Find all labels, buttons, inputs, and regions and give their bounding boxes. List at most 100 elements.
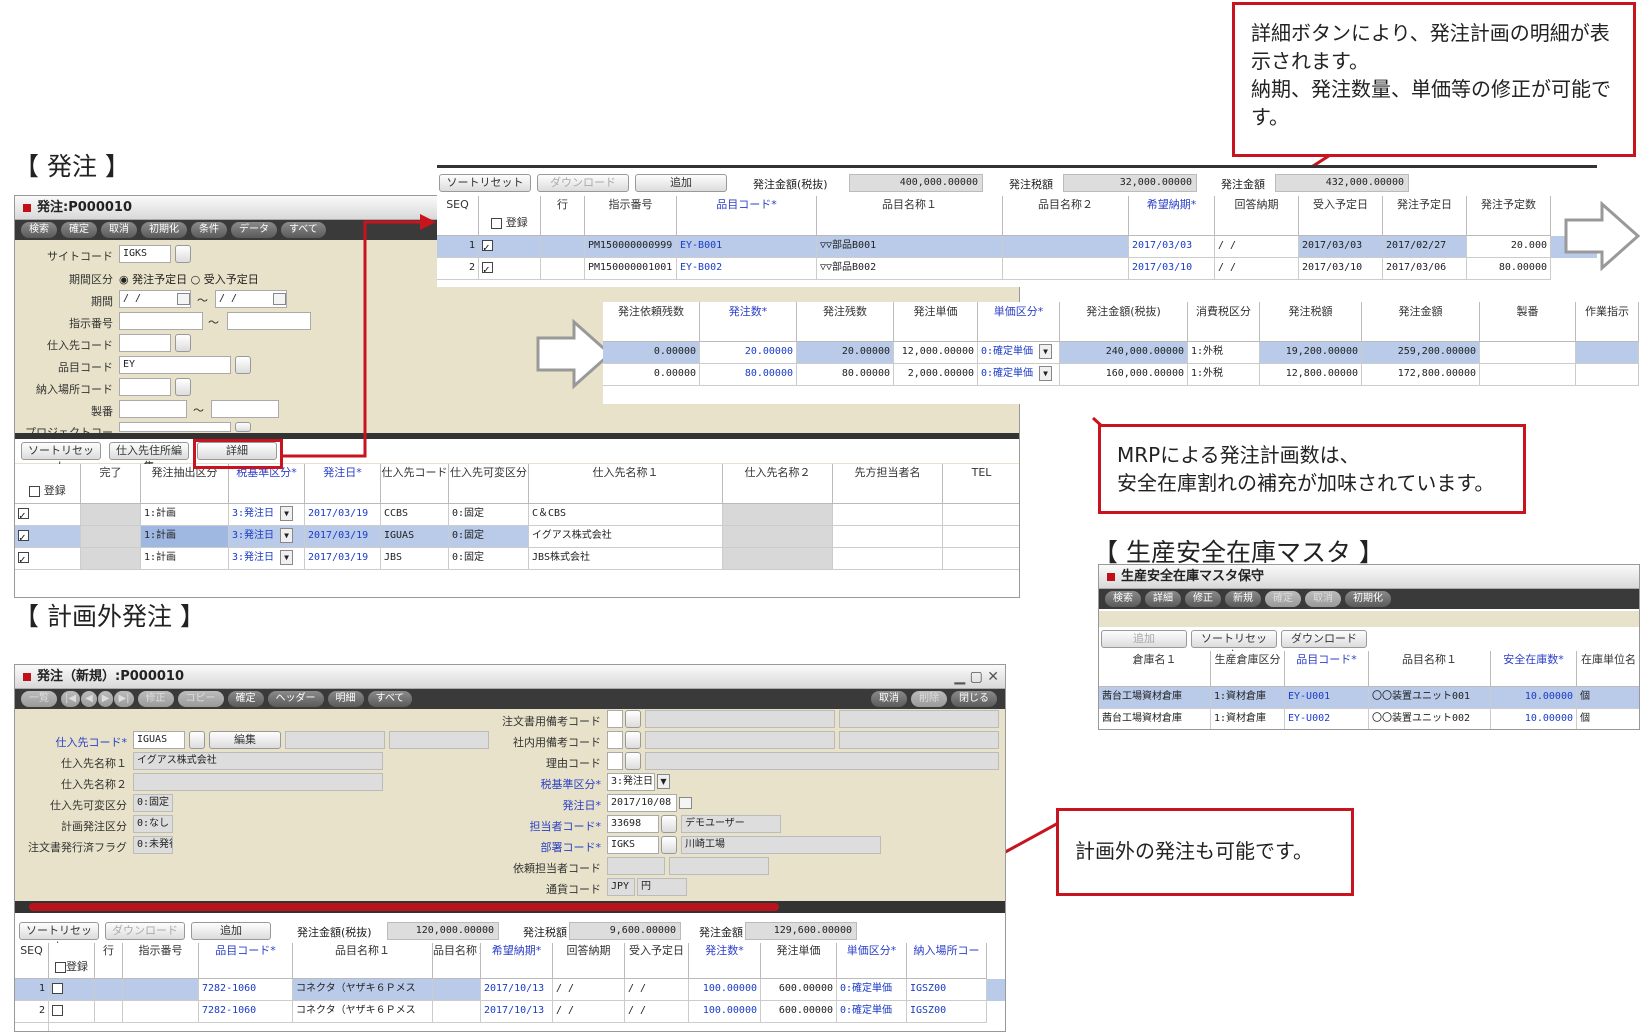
col-header-unit-price[interactable]: 発注単価 xyxy=(761,943,837,979)
mfg-no-cell[interactable] xyxy=(1480,342,1576,364)
calendar-icon[interactable] xyxy=(679,797,692,809)
col-header-work-order[interactable]: 作業指示 xyxy=(1576,302,1639,342)
col-header-order-qty[interactable]: 発注数* xyxy=(689,943,761,979)
row-checkbox[interactable] xyxy=(49,979,95,1001)
col-header-amount-excl-tax[interactable]: 発注金額(税抜) xyxy=(1060,302,1188,342)
col-header-price-type[interactable]: 単価区分* xyxy=(837,943,907,979)
item-code-cell[interactable]: EY-B002 xyxy=(677,258,817,280)
download-button[interactable]: ダウンロード xyxy=(105,922,185,940)
price-type-cell[interactable]: 0:確定単価 xyxy=(837,979,907,1001)
desired-date-cell[interactable]: 2017/03/10 xyxy=(1129,258,1215,280)
col-header-answer-date[interactable]: 回答納期 xyxy=(553,943,625,979)
new-button[interactable]: 新規 xyxy=(1225,591,1261,607)
desired-date-cell[interactable]: 2017/10/13 xyxy=(481,1001,553,1023)
order-date-input[interactable]: 2017/10/08 xyxy=(607,794,677,812)
table-row[interactable]: 1 7282-1060 コネクタ（ヤザキ６Ｐメス 2017/10/13 / / … xyxy=(15,979,1005,1001)
col-header-item-name2[interactable]: 品目名称２ xyxy=(1003,196,1129,236)
col-header-item-code[interactable]: 品目コード* xyxy=(1285,651,1369,687)
detail-lines-button[interactable]: 明細 xyxy=(327,691,364,707)
modify-button[interactable]: 修正 xyxy=(137,691,174,707)
receive-date-cell[interactable]: / / xyxy=(625,1001,689,1023)
col-header-unit-name[interactable]: 在庫単位名 xyxy=(1577,651,1639,687)
first-record-icon[interactable]: |◀ xyxy=(61,691,81,707)
scrollbar-thumb[interactable] xyxy=(29,903,779,911)
col-header-seq[interactable]: SEQ xyxy=(437,196,479,236)
supplier-code-input[interactable]: IGUAS xyxy=(133,731,185,749)
horizontal-scrollbar[interactable] xyxy=(15,901,1005,913)
order-qty-cell[interactable]: 100.00000 xyxy=(689,1001,761,1023)
delivery-place-cell[interactable]: IGSZ00 xyxy=(907,1001,987,1023)
col-header-receive-date[interactable]: 受入予定日 xyxy=(625,943,689,979)
po-remark-search-button[interactable] xyxy=(625,710,641,728)
reason-code-input[interactable] xyxy=(607,752,623,770)
sort-reset-button[interactable]: ソートリセット xyxy=(1191,630,1277,661)
col-header-price-type[interactable]: 単価区分* xyxy=(978,302,1060,342)
chevron-down-icon[interactable]: ▼ xyxy=(657,774,670,789)
answer-date-cell[interactable]: / / xyxy=(553,979,625,1001)
detail-button[interactable]: 詳細 xyxy=(1145,591,1181,607)
table-row[interactable]: 茜台工場資材倉庫 1:資材倉庫 EY-U002 〇〇装置ユニット002 10.0… xyxy=(1099,709,1639,729)
item-code-cell[interactable]: EY-U001 xyxy=(1285,687,1369,709)
header-button[interactable]: ヘッダー xyxy=(267,691,324,707)
plan-qty-cell[interactable]: 80.00000 xyxy=(1467,258,1551,280)
col-header-line[interactable]: 行 xyxy=(95,943,123,979)
col-header-desired-date[interactable]: 希望納期* xyxy=(1129,196,1215,236)
item-code-cell[interactable]: EY-B001 xyxy=(677,236,817,258)
supplier-search-button[interactable] xyxy=(189,731,205,749)
delete-button[interactable]: 削除 xyxy=(911,691,947,707)
cancel-button[interactable]: 取消 xyxy=(1305,591,1341,607)
col-header-instruction-no[interactable]: 指示番号 xyxy=(123,943,199,979)
delivery-place-cell[interactable]: IGSZ00 xyxy=(907,979,987,1001)
unit-price-cell[interactable]: 600.00000 xyxy=(761,979,837,1001)
row-checkbox[interactable] xyxy=(479,236,541,258)
col-header-receive-date[interactable]: 受入予定日 xyxy=(1299,196,1383,236)
table-row[interactable]: 2 7282-1060 コネクタ（ヤザキ６Ｐメス 2017/10/13 / / … xyxy=(15,1001,1005,1023)
item-code-cell[interactable]: 7282-1060 xyxy=(199,1001,293,1023)
col-header-desired-date[interactable]: 希望納期* xyxy=(481,943,553,979)
answer-date-cell[interactable]: / / xyxy=(1215,258,1299,280)
col-header-safety-qty[interactable]: 安全在庫数* xyxy=(1491,651,1577,687)
col-header-tax-type[interactable]: 消費税区分 xyxy=(1188,302,1260,342)
order-qty-cell[interactable]: 100.00000 xyxy=(689,979,761,1001)
col-header-register[interactable]: 登録 xyxy=(49,943,95,979)
all-button[interactable]: すべて xyxy=(367,691,413,707)
col-header-item-name1[interactable]: 品目名称１ xyxy=(817,196,1003,236)
col-header-unit-price[interactable]: 発注単価 xyxy=(894,302,978,342)
reason-search-button[interactable] xyxy=(625,752,641,770)
tax-basis-select[interactable]: 3:発注日 xyxy=(607,773,655,791)
internal-remark-code-input[interactable] xyxy=(607,731,623,749)
col-header-answer-date[interactable]: 回答納期 xyxy=(1215,196,1299,236)
staff-search-button[interactable] xyxy=(661,815,677,833)
col-header-instruction-no[interactable]: 指示番号 xyxy=(585,196,677,236)
col-header-order-remaining[interactable]: 発注残数 xyxy=(797,302,894,342)
table-row[interactable] xyxy=(15,1023,1005,1031)
safety-qty-cell[interactable]: 10.00000 xyxy=(1491,687,1577,709)
col-header-item-name2[interactable]: 品目名称２ xyxy=(433,943,481,979)
order-qty-cell[interactable]: 20.00000 xyxy=(700,342,797,364)
add-button[interactable]: 追加 xyxy=(635,174,727,192)
table-row[interactable]: 0.00000 80.00000 80.00000 2,000.00000 0:… xyxy=(603,364,1639,386)
item-code-cell[interactable]: EY-U002 xyxy=(1285,709,1369,729)
mfg-no-cell[interactable] xyxy=(1480,364,1576,386)
col-header-warehouse-name[interactable]: 倉庫名１ xyxy=(1099,651,1211,687)
table-row[interactable]: 0.00000 20.00000 20.00000 12,000.00000 0… xyxy=(603,342,1639,364)
add-button[interactable]: 追加 xyxy=(191,922,271,940)
col-header-order-qty[interactable]: 発注数* xyxy=(700,302,797,342)
unit-price-cell[interactable]: 2,000.00000 xyxy=(894,364,978,386)
init-button[interactable]: 初期化 xyxy=(1345,591,1391,607)
col-header-order-amount[interactable]: 発注金額 xyxy=(1362,302,1480,342)
answer-date-cell[interactable]: / / xyxy=(553,1001,625,1023)
price-type-cell[interactable]: 0:確定単価 ▼ xyxy=(978,342,1060,364)
table-row[interactable]: 1 PM150000000999 EY-B001 ▽▽部品B001 2017/0… xyxy=(437,236,1597,258)
table-row[interactable]: 茜台工場資材倉庫 1:資材倉庫 EY-U001 〇〇装置ユニット001 10.0… xyxy=(1099,687,1639,709)
po-remark-code-input[interactable] xyxy=(607,710,623,728)
staff-code-input[interactable]: 33698 xyxy=(607,815,659,833)
row-checkbox[interactable] xyxy=(479,258,541,280)
next-record-icon[interactable]: ▶ xyxy=(97,691,114,707)
col-header-register[interactable]: 登録 xyxy=(479,196,541,236)
col-header-seq[interactable]: SEQ xyxy=(15,943,49,979)
desired-date-cell[interactable]: 2017/10/13 xyxy=(481,979,553,1001)
receive-date-cell[interactable]: / / xyxy=(625,979,689,1001)
window-controls-icon[interactable]: ▁ ▢ ✕ xyxy=(954,665,999,689)
safety-qty-cell[interactable]: 10.00000 xyxy=(1491,709,1577,729)
